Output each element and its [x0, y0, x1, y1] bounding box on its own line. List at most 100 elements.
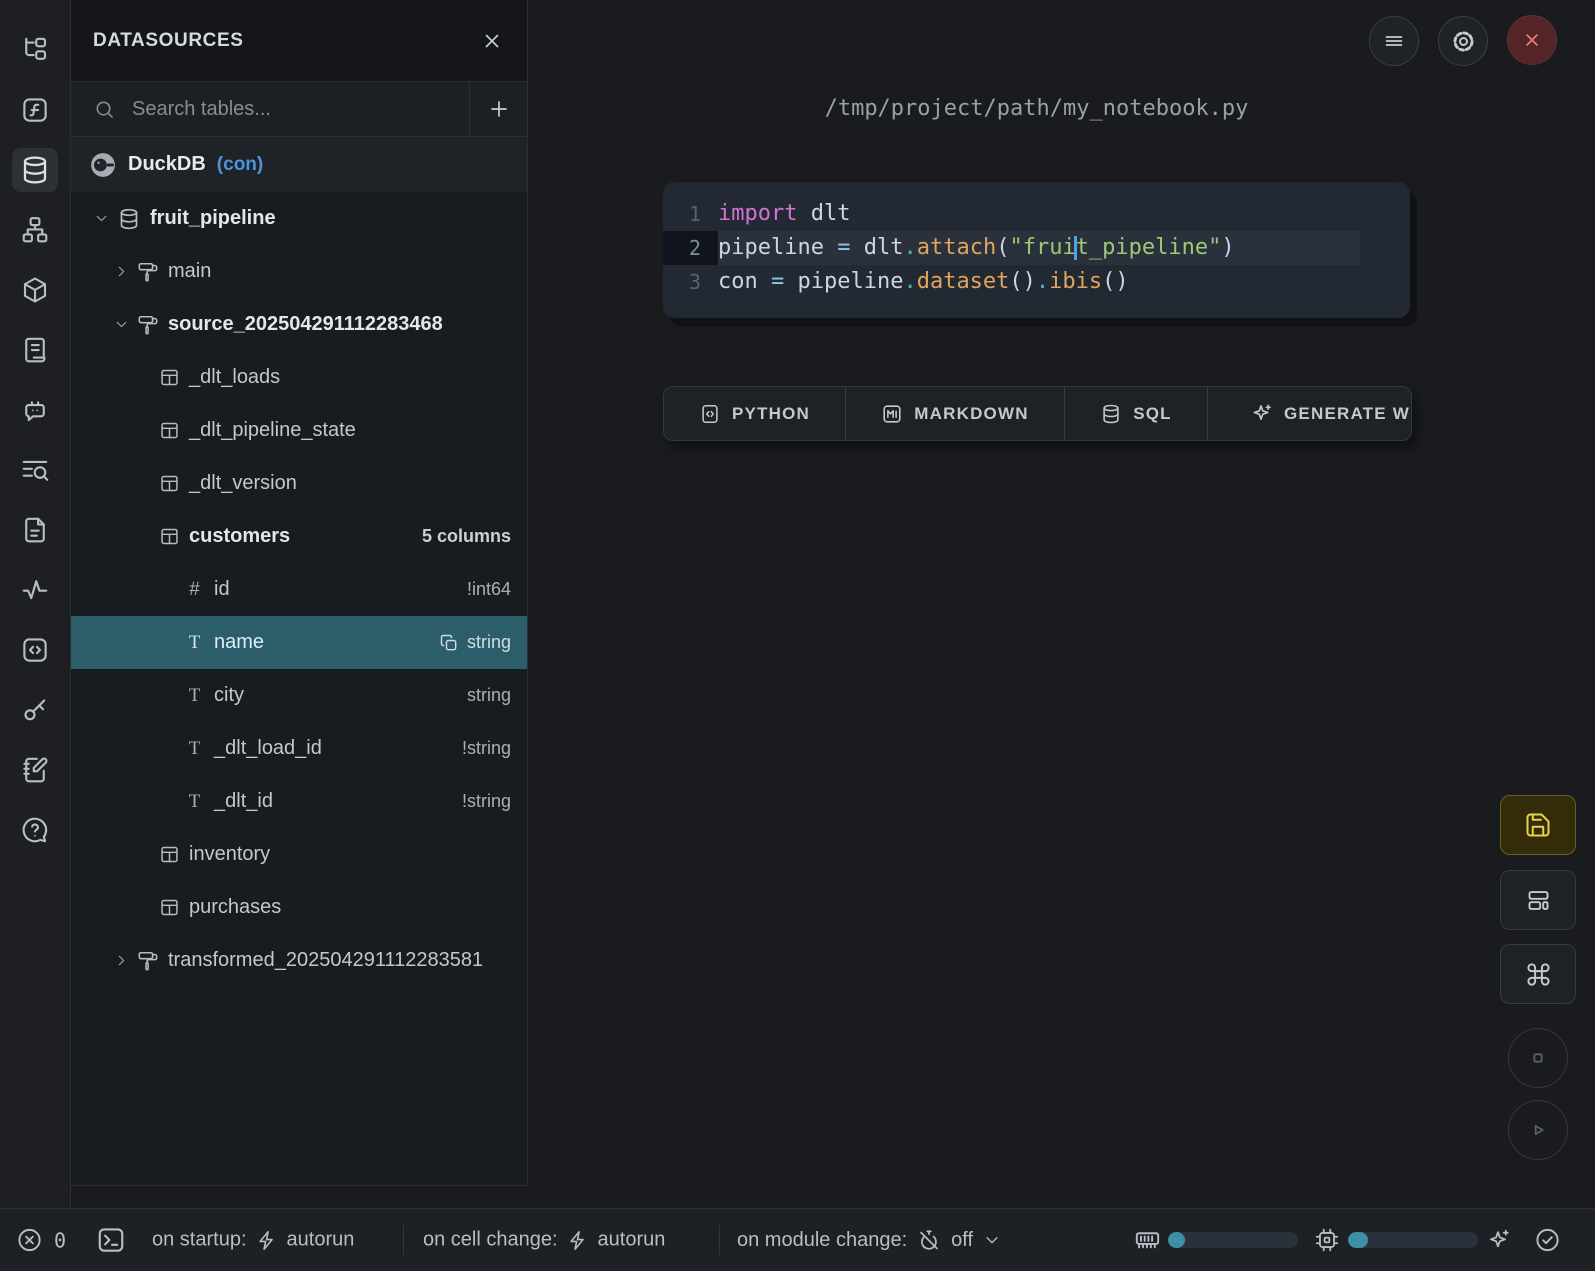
chevron-right-icon [113, 952, 130, 969]
plus-icon [487, 97, 511, 121]
copy-icon[interactable] [439, 633, 459, 653]
terminal-button[interactable] [96, 1225, 126, 1255]
activity-dependency-graph-button[interactable] [12, 208, 58, 252]
tree-item-meta: !int64 [467, 579, 527, 600]
errors-indicator[interactable]: 0 [16, 1227, 66, 1254]
tree-row-inventory[interactable]: inventory [71, 828, 527, 881]
tree-row-_dlt_load_id[interactable]: T_dlt_load_id!string [71, 722, 527, 775]
activity-activity-pulse-button[interactable] [12, 568, 58, 612]
tree-item-label: name [214, 631, 264, 654]
code-token: con [718, 269, 771, 294]
tree-row-_dlt_version[interactable]: _dlt_version [71, 457, 527, 510]
kernel-connected-indicator[interactable] [1534, 1227, 1561, 1254]
code-line-1[interactable]: 1import dlt [663, 197, 1360, 231]
ram-usage-meter [1168, 1232, 1298, 1248]
save-button[interactable] [1500, 795, 1576, 855]
scroll-text-icon [20, 335, 50, 365]
dependency-graph-icon [20, 215, 50, 245]
panel-header: DATASOURCES [71, 0, 527, 82]
on-cell-change-setting[interactable]: on cell change: autorun [423, 1229, 665, 1252]
tree-row-id[interactable]: #id!int64 [71, 563, 527, 616]
run-button[interactable] [1508, 1100, 1568, 1160]
key-icon [20, 695, 50, 725]
search-box[interactable] [71, 82, 469, 136]
keyboard-shortcuts-button[interactable] [1500, 944, 1576, 1004]
tree-row-source_202504291112283468[interactable]: source_202504291112283468 [71, 298, 527, 351]
cpu-usage-fill [1348, 1232, 1368, 1248]
add-python-cell-button[interactable]: PYTHON [664, 387, 845, 440]
tree-row-purchases[interactable]: purchases [71, 881, 527, 934]
sparkles-icon [1250, 402, 1273, 425]
menu-button[interactable] [1369, 16, 1419, 66]
menu-icon [1382, 29, 1406, 53]
chevron-down-icon [113, 316, 130, 333]
circle-x-icon [16, 1227, 43, 1254]
divider [403, 1225, 404, 1255]
help-circle-icon [20, 815, 50, 845]
table-icon [159, 367, 180, 388]
activity-package-button[interactable] [12, 268, 58, 312]
add-sql-cell-button[interactable]: SQL [1064, 387, 1207, 440]
database-icon [19, 154, 51, 186]
activity-text-search-button[interactable] [12, 448, 58, 492]
tree-row-name[interactable]: Tnamestring [71, 616, 527, 669]
search-icon [93, 98, 116, 121]
command-icon [1525, 961, 1552, 988]
divider [719, 1225, 720, 1255]
activity-scroll-text-button[interactable] [12, 328, 58, 372]
tree-row-city[interactable]: Tcitystring [71, 669, 527, 722]
ai-assistant-button[interactable] [1486, 1228, 1511, 1253]
connection-row[interactable]: DuckDB (con) [71, 137, 527, 192]
tree-row-_dlt_pipeline_state[interactable]: _dlt_pipeline_state [71, 404, 527, 457]
error-count: 0 [54, 1228, 66, 1252]
activity-function-square-button[interactable] [12, 88, 58, 132]
tree-item-type: !int64 [467, 579, 511, 600]
cpu-usage-meter [1348, 1232, 1478, 1248]
tree-row-main[interactable]: main [71, 245, 527, 298]
function-square-icon [20, 95, 50, 125]
tree-row-transformed_202504291112283581[interactable]: transformed_202504291112283581 [71, 934, 527, 987]
activity-key-button[interactable] [12, 688, 58, 732]
on-cell-change-label: on cell change: [423, 1229, 558, 1252]
tree-item-meta: !string [462, 791, 527, 812]
activity-file-tree-button[interactable] [12, 28, 58, 72]
search-tables-input[interactable] [130, 97, 469, 122]
tree-row-_dlt_id[interactable]: T_dlt_id!string [71, 775, 527, 828]
code-line-2[interactable]: 2pipeline = dlt.attach("fruit_pipeline") [663, 231, 1360, 265]
chevron-down-icon [93, 210, 110, 227]
activity-help-circle-button[interactable] [12, 808, 58, 852]
stop-kernel-button[interactable] [1508, 1028, 1568, 1088]
activity-notebook-pen-button[interactable] [12, 748, 58, 792]
shutdown-button[interactable] [1507, 15, 1557, 65]
layout-button[interactable] [1500, 870, 1576, 930]
database-icon [117, 207, 141, 231]
search-row [71, 82, 527, 137]
tree-item-label: _dlt_load_id [214, 737, 322, 760]
table-icon [159, 526, 180, 547]
file-tree-icon [20, 35, 50, 65]
on-module-change-setting[interactable]: on module change: off [737, 1228, 1001, 1252]
text-type-icon: T [184, 632, 205, 654]
notebook-filename[interactable]: /tmp/project/path/my_notebook.py [663, 96, 1410, 121]
on-startup-setting[interactable]: on startup: autorun [152, 1229, 354, 1252]
generate-with-ai-button[interactable]: GENERATE WIT [1207, 387, 1412, 440]
tree-row-fruit_pipeline[interactable]: fruit_pipeline [71, 192, 527, 245]
activity-code-square-button[interactable] [12, 628, 58, 672]
tree-row-customers[interactable]: customers5 columns [71, 510, 527, 563]
activity-file-text-button[interactable] [12, 508, 58, 552]
add-datasource-button[interactable] [469, 82, 527, 136]
sparkles-icon [1486, 1228, 1511, 1253]
code-token: ibis [1049, 269, 1102, 294]
save-icon [1524, 811, 1552, 839]
add-markdown-cell-button[interactable]: MARKDOWN [845, 387, 1064, 440]
activity-chat-bot-button[interactable] [12, 388, 58, 432]
settings-button[interactable] [1438, 16, 1488, 66]
activity-pulse-icon [20, 575, 50, 605]
circle-check-icon [1534, 1227, 1561, 1254]
code-cell[interactable]: 1import dlt2pipeline = dlt.attach("fruit… [663, 182, 1410, 318]
activity-database-button[interactable] [12, 148, 58, 192]
button-label: GENERATE WIT [1284, 404, 1412, 424]
code-line-3[interactable]: 3con = pipeline.dataset().ibis() [663, 265, 1360, 299]
tree-row-_dlt_loads[interactable]: _dlt_loads [71, 351, 527, 404]
close-panel-button[interactable] [479, 28, 505, 54]
